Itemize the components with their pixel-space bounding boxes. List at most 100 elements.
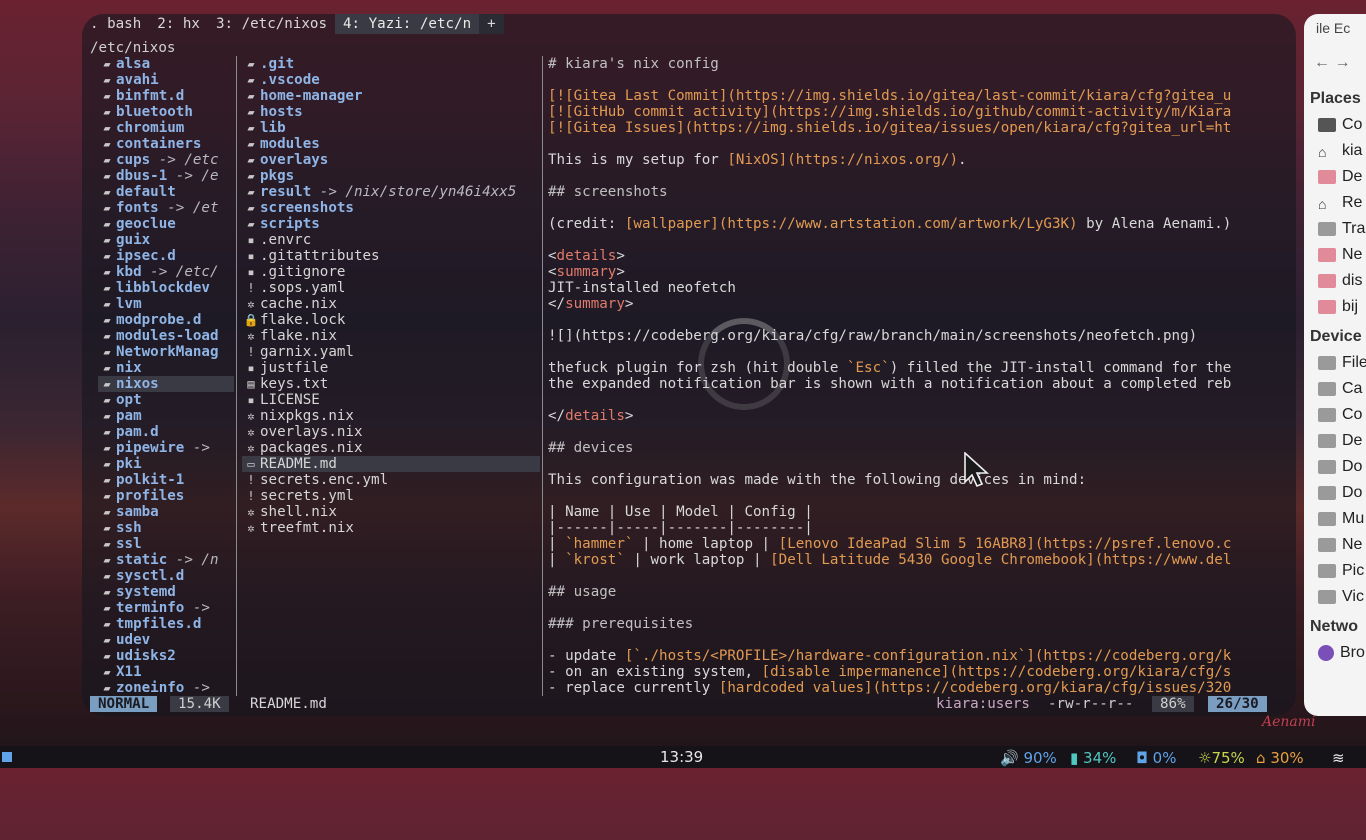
file-entry[interactable]: ▰ profiles: [98, 488, 234, 504]
file-entry[interactable]: ! secrets.yml: [242, 488, 540, 504]
file-entry[interactable]: ▰ pam.d: [98, 424, 234, 440]
parent-directory-list[interactable]: ▰ alsa ▰ avahi ▰ binfmt.d ▰ bluetooth ▰ chromium ▰…: [98, 56, 234, 696]
file-entry[interactable]: ▰ kbd -> /etc/: [98, 264, 234, 280]
file-manager-menubar[interactable]: ile Ec: [1316, 20, 1350, 36]
file-entry[interactable]: ▰ pkgs: [242, 168, 540, 184]
file-entry[interactable]: ▰ modules-load: [98, 328, 234, 344]
memory-indicator[interactable]: ⌂ 30%: [1256, 749, 1304, 767]
file-entry[interactable]: ▪ LICENSE: [242, 392, 540, 408]
file-entry[interactable]: ▰ udev: [98, 632, 234, 648]
sidebar-item[interactable]: Co: [1318, 116, 1362, 134]
sidebar-item[interactable]: Mu: [1318, 510, 1364, 528]
file-entry[interactable]: ▰ tmpfiles.d: [98, 616, 234, 632]
battery-indicator[interactable]: ▮ 34%: [1070, 749, 1116, 767]
back-forward-buttons[interactable]: ← →: [1314, 54, 1350, 72]
terminal-tab[interactable]: 3: /etc/nixos: [208, 14, 335, 34]
file-manager-window[interactable]: ile Ec ← → Places Co ⌂ kia De ⌂ Re Tra Ne dis bij D…: [1304, 14, 1366, 716]
terminal-tab[interactable]: . bash: [82, 14, 149, 34]
file-entry[interactable]: ▰ lvm: [98, 296, 234, 312]
file-entry[interactable]: ▰ sysctl.d: [98, 568, 234, 584]
file-entry[interactable]: ▰ nix: [98, 360, 234, 376]
file-entry[interactable]: ▰ modprobe.d: [98, 312, 234, 328]
sidebar-item[interactable]: bij: [1318, 298, 1358, 316]
sidebar-item[interactable]: De: [1318, 432, 1362, 450]
file-entry[interactable]: ▰ scripts: [242, 216, 540, 232]
sidebar-item[interactable]: Ne: [1318, 536, 1362, 554]
file-entry[interactable]: ✲ shell.nix: [242, 504, 540, 520]
file-entry[interactable]: ▰ ssh: [98, 520, 234, 536]
file-entry[interactable]: ▰ cups -> /etc: [98, 152, 234, 168]
sidebar-item[interactable]: File: [1318, 354, 1366, 372]
current-directory-list[interactable]: ▰ .git ▰ .vscode ▰ home-manager ▰ hosts ▰ lib ▰ mod…: [242, 56, 540, 696]
file-entry[interactable]: ▰ screenshots: [242, 200, 540, 216]
file-entry[interactable]: ▰ ipsec.d: [98, 248, 234, 264]
file-entry[interactable]: ▰ systemd: [98, 584, 234, 600]
file-entry[interactable]: ▰ .git: [242, 56, 540, 72]
cpu-indicator[interactable]: ◘ 0%: [1136, 749, 1176, 767]
file-entry[interactable]: ▰ terminfo ->: [98, 600, 234, 616]
file-entry[interactable]: ▰ nixos: [98, 376, 234, 392]
file-entry[interactable]: ▪ .gitattributes: [242, 248, 540, 264]
sidebar-item[interactable]: Co: [1318, 406, 1362, 424]
file-entry[interactable]: ▰ pki: [98, 456, 234, 472]
file-preview[interactable]: # kiara's nix config [![Gitea Last Commit…: [548, 56, 1268, 696]
back-arrow-icon[interactable]: ←: [1314, 54, 1330, 71]
file-entry[interactable]: ▰ dbus-1 -> /e: [98, 168, 234, 184]
terminal-window[interactable]: . bash 2: hx 3: /etc/nixos 4: Yazi: /etc/n +…: [82, 14, 1296, 716]
file-entry[interactable]: ▰ home-manager: [242, 88, 540, 104]
file-entry[interactable]: ✲ flake.nix: [242, 328, 540, 344]
sidebar-item[interactable]: Vic: [1318, 588, 1364, 606]
start-menu-icon[interactable]: [2, 752, 12, 762]
file-entry[interactable]: ✲ treefmt.nix: [242, 520, 540, 536]
file-entry[interactable]: ▰ lib: [242, 120, 540, 136]
file-entry[interactable]: 🔒 flake.lock: [242, 312, 540, 328]
file-entry[interactable]: ▰ samba: [98, 504, 234, 520]
file-entry[interactable]: ▰ pipewire ->: [98, 440, 234, 456]
file-entry[interactable]: ▰ guix: [98, 232, 234, 248]
file-entry[interactable]: ▰ static -> /n: [98, 552, 234, 568]
sidebar-item[interactable]: ⌂ Re: [1318, 194, 1362, 212]
file-entry[interactable]: ▰ libblockdev: [98, 280, 234, 296]
file-entry[interactable]: ✲ cache.nix: [242, 296, 540, 312]
file-entry[interactable]: ▰ pam: [98, 408, 234, 424]
terminal-tab[interactable]: 4: Yazi: /etc/n: [335, 14, 480, 34]
file-entry[interactable]: ▰ zoneinfo ->: [98, 680, 234, 696]
file-entry[interactable]: ! .sops.yaml: [242, 280, 540, 296]
file-entry[interactable]: ▪ .envrc: [242, 232, 540, 248]
file-entry[interactable]: ▰ fonts -> /et: [98, 200, 234, 216]
volume-indicator[interactable]: 🔊 90%: [1000, 749, 1057, 767]
sidebar-item[interactable]: Ne: [1318, 246, 1362, 264]
sidebar-item[interactable]: Tra: [1318, 220, 1365, 238]
file-entry[interactable]: ▰ containers: [98, 136, 234, 152]
file-entry[interactable]: ▰ default: [98, 184, 234, 200]
file-entry[interactable]: ▪ .gitignore: [242, 264, 540, 280]
sidebar-item[interactable]: ⌂ kia: [1318, 142, 1362, 160]
file-entry[interactable]: ▰ bluetooth: [98, 104, 234, 120]
file-entry[interactable]: ✲ nixpkgs.nix: [242, 408, 540, 424]
file-entry[interactable]: ▤ keys.txt: [242, 376, 540, 392]
file-entry[interactable]: ▰ overlays: [242, 152, 540, 168]
file-entry[interactable]: ▰ opt: [98, 392, 234, 408]
sidebar-item[interactable]: Bro: [1318, 644, 1365, 662]
wifi-icon[interactable]: ≋: [1332, 749, 1345, 767]
clock[interactable]: 13:39: [660, 748, 703, 766]
file-entry[interactable]: ▰ avahi: [98, 72, 234, 88]
sidebar-item[interactable]: Pic: [1318, 562, 1364, 580]
file-entry[interactable]: ▰ polkit-1: [98, 472, 234, 488]
file-entry[interactable]: ▰ result -> /nix/store/yn46i4xx5: [242, 184, 540, 200]
file-entry[interactable]: ▰ modules: [242, 136, 540, 152]
file-entry[interactable]: ! garnix.yaml: [242, 344, 540, 360]
file-entry[interactable]: ▰ alsa: [98, 56, 234, 72]
file-entry[interactable]: ▰ chromium: [98, 120, 234, 136]
file-entry[interactable]: ! secrets.enc.yml: [242, 472, 540, 488]
file-entry[interactable]: ▰ geoclue: [98, 216, 234, 232]
file-entry[interactable]: ▰ ssl: [98, 536, 234, 552]
file-entry[interactable]: ▰ .vscode: [242, 72, 540, 88]
terminal-tab[interactable]: 2: hx: [149, 14, 208, 34]
sidebar-item[interactable]: De: [1318, 168, 1362, 186]
file-entry[interactable]: ▰ hosts: [242, 104, 540, 120]
file-entry[interactable]: ✲ overlays.nix: [242, 424, 540, 440]
file-entry[interactable]: ▰ udisks2: [98, 648, 234, 664]
sidebar-item[interactable]: dis: [1318, 272, 1362, 290]
sidebar-item[interactable]: Do: [1318, 458, 1362, 476]
